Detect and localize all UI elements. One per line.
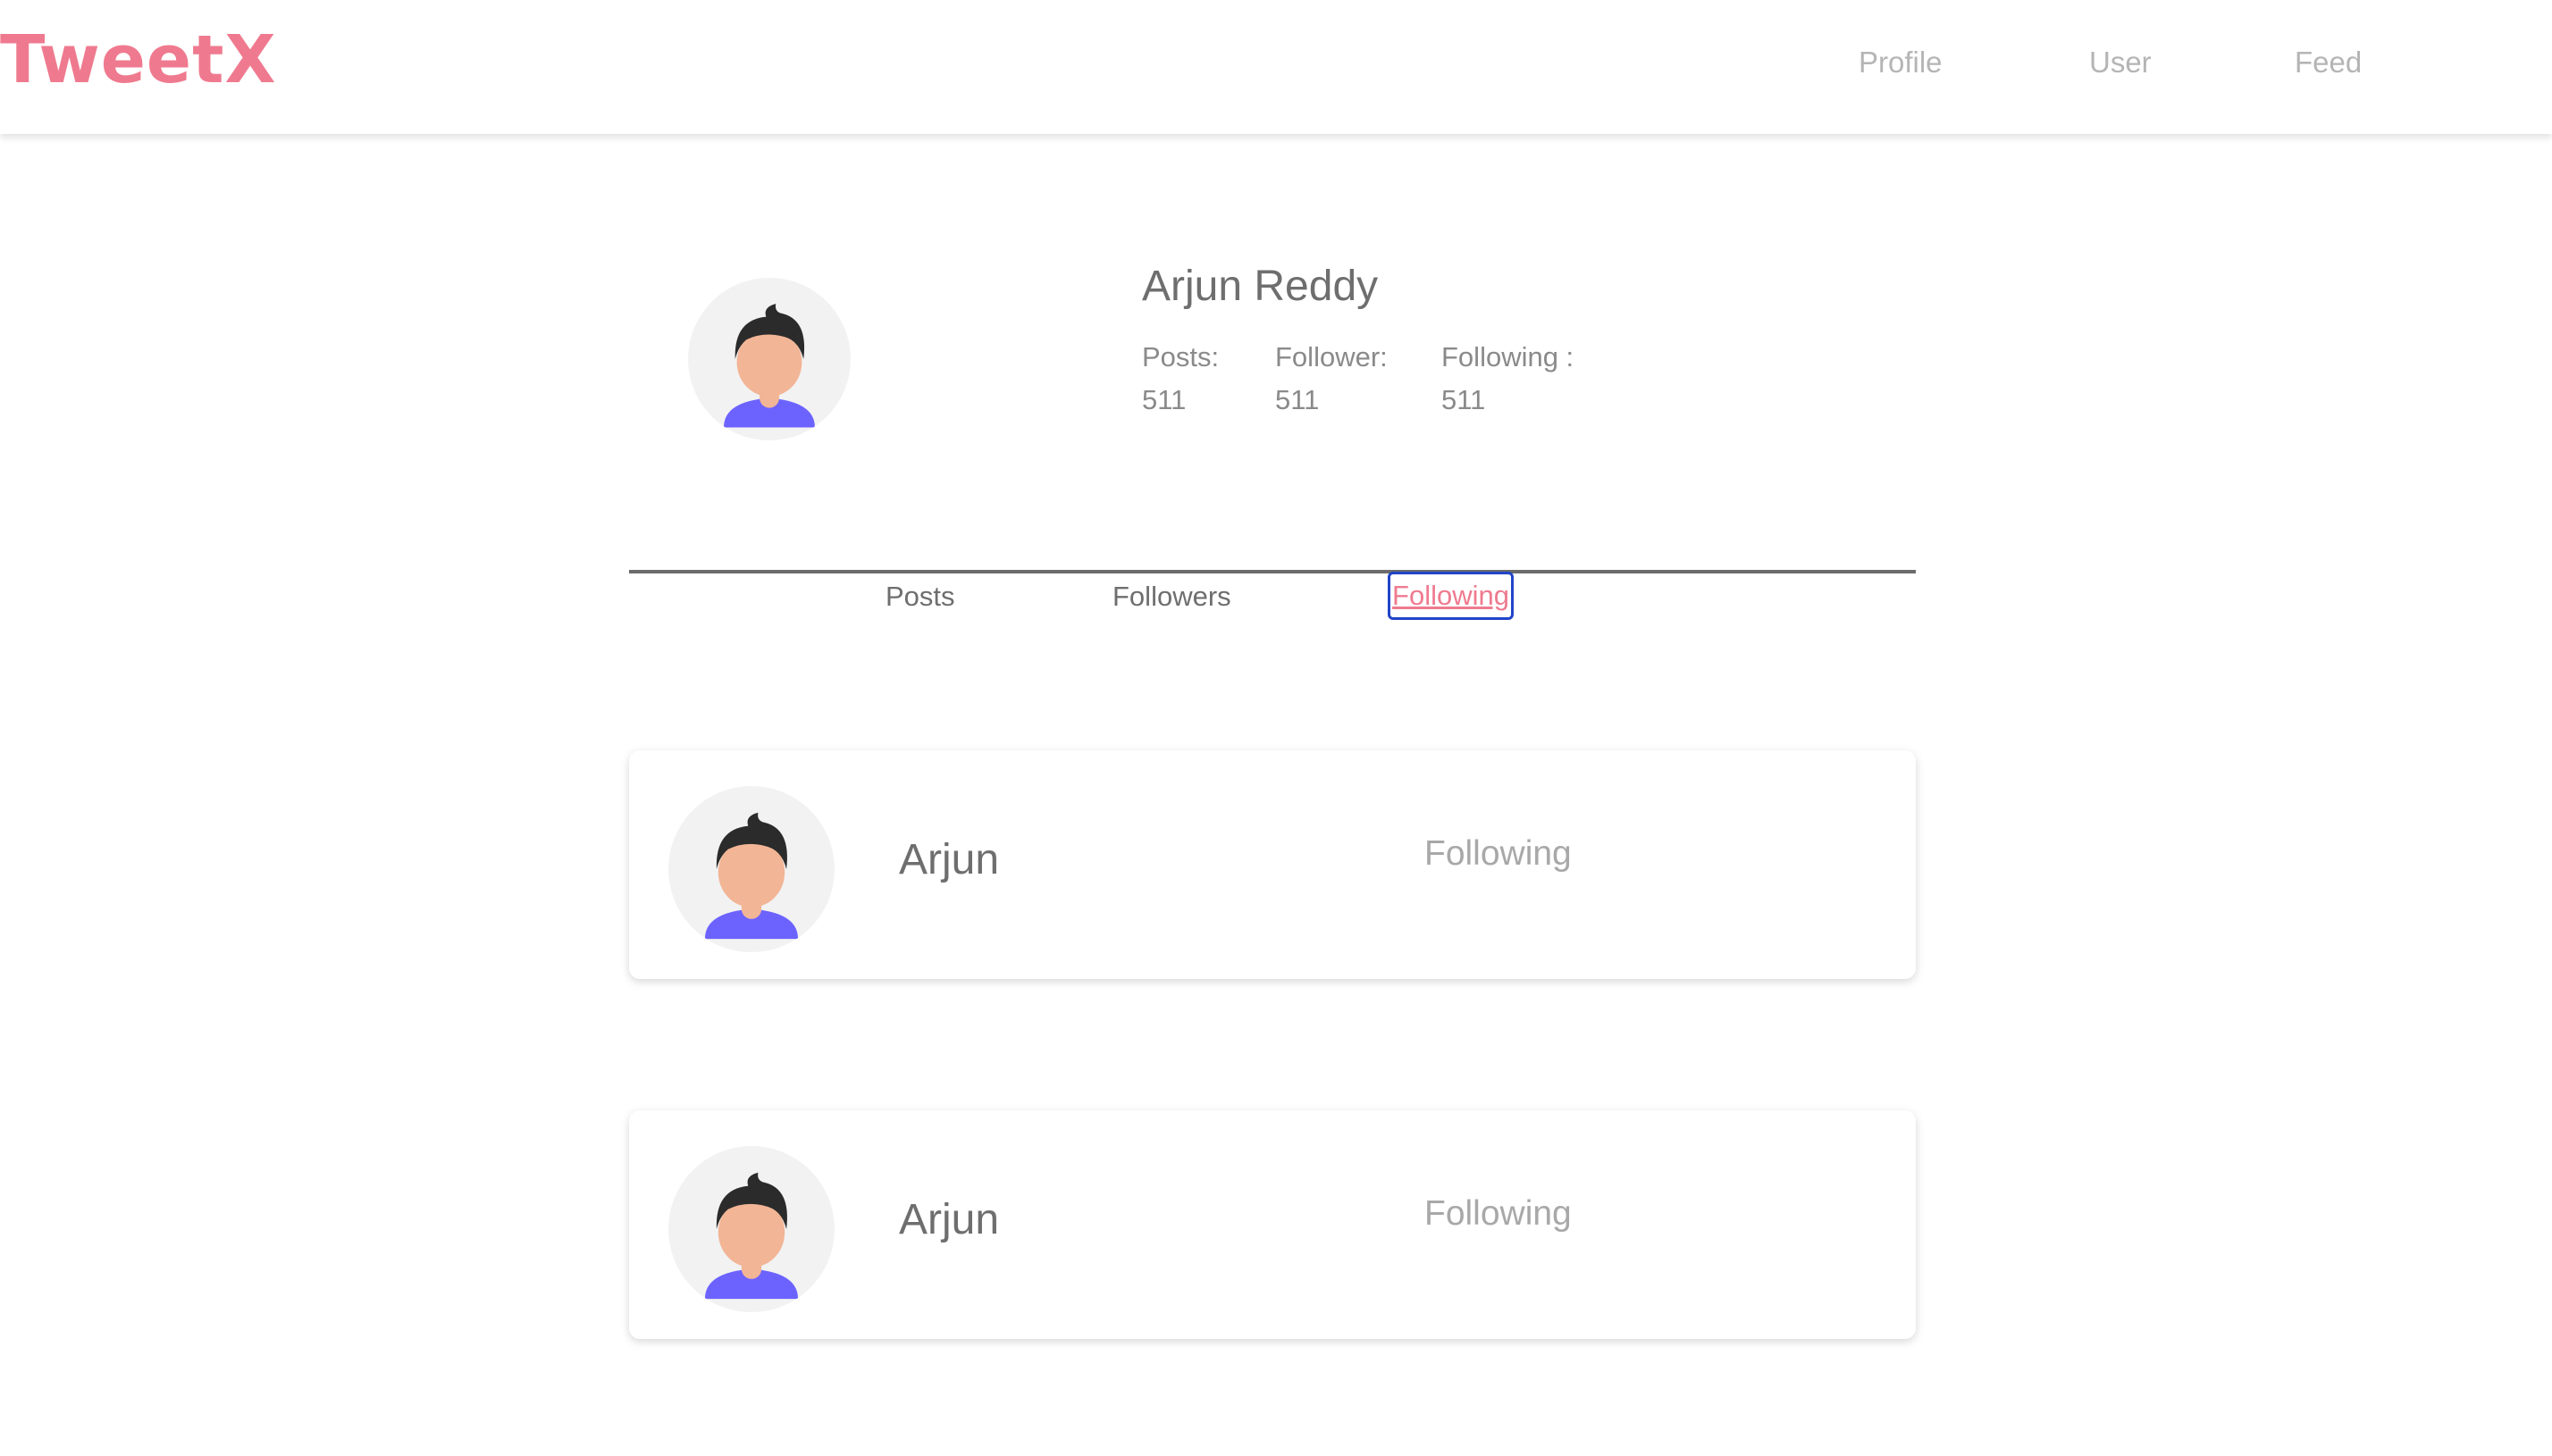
stat-following: Following : 511 [1441, 336, 1574, 422]
stat-followers-label: Follower: [1275, 341, 1388, 372]
tab-followers[interactable]: Followers [1112, 575, 1231, 618]
stat-posts: Posts: 511 [1142, 336, 1219, 422]
tab-posts[interactable]: Posts [886, 575, 955, 618]
user-avatar-icon[interactable] [668, 1146, 835, 1312]
top-navbar: TweetX Profile User Feed [0, 0, 2552, 134]
stat-following-label: Following : [1441, 341, 1574, 372]
nav-link-feed[interactable]: Feed [2295, 41, 2362, 84]
following-card: Arjun Following [629, 1110, 1916, 1339]
nav-link-user[interactable]: User [2089, 41, 2152, 84]
stat-posts-label: Posts: [1142, 341, 1220, 372]
stat-followers-value: 511 [1275, 384, 1320, 415]
stat-following-value: 511 [1441, 384, 1486, 415]
profile-avatar-icon [688, 278, 851, 440]
app-logo[interactable]: TweetX [0, 20, 277, 100]
user-name[interactable]: Arjun [899, 1192, 999, 1248]
user-avatar-icon[interactable] [668, 786, 835, 952]
user-name[interactable]: Arjun [899, 833, 999, 888]
following-button[interactable]: Following [1424, 1189, 1572, 1239]
tabs-divider [629, 570, 1916, 573]
following-button[interactable]: Following [1424, 829, 1572, 879]
stat-posts-value: 511 [1142, 384, 1187, 415]
tab-following[interactable]: Following [1388, 572, 1514, 620]
nav-link-profile[interactable]: Profile [1859, 41, 1943, 84]
profile-name: Arjun Reddy [1142, 263, 1379, 310]
stat-followers: Follower: 511 [1275, 336, 1388, 422]
following-card: Arjun Following [629, 750, 1916, 979]
